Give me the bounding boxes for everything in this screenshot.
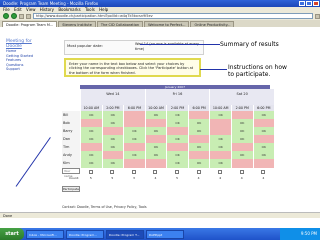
availability-checkbox-cell (166, 168, 188, 176)
sidebar: Meeting for Doodle Home Getting Started … (6, 39, 40, 72)
availability-checkbox-cell (145, 168, 167, 176)
footer-links[interactable]: Contact: Doodle, Terms of Use, Privacy P… (62, 205, 147, 209)
start-button[interactable]: start (0, 228, 24, 240)
maximize-button[interactable] (306, 1, 312, 6)
day-header: Fri 16 (144, 89, 210, 105)
your-name-input[interactable]: Your name (62, 168, 80, 178)
count-row: Count: 5 5 3 4 5 4 4 4 4 (62, 176, 274, 181)
instructions-box: Enter your name in the text box below an… (64, 58, 201, 77)
back-button[interactable] (3, 13, 9, 19)
participant-input-row: Your name (62, 168, 275, 178)
availability-checkbox[interactable] (218, 170, 223, 174)
window-buttons (299, 1, 319, 6)
availability-checkbox-cell (123, 168, 145, 176)
grid-day-headers: Wed 14 Fri 16 Sat 20 (80, 89, 275, 105)
reload-icon[interactable] (19, 13, 24, 19)
window-title: Doodle: Program Team Meeting - Mozilla F… (3, 1, 99, 6)
availability-checkbox[interactable] (153, 170, 158, 174)
count-label: Count: (69, 176, 79, 180)
count-cell: 4 (154, 176, 157, 180)
summary-annotation: Summary of results (220, 41, 279, 48)
forward-button[interactable] (11, 13, 17, 19)
instructions-annotation: Instructions on how to participate. (228, 64, 287, 78)
availability-checkbox[interactable] (175, 170, 180, 174)
availability-checkbox-cell (209, 168, 231, 176)
availability-checkbox-cell (253, 168, 275, 176)
tab-bar: Doodle: Program Team M... Stevens Instit… (0, 20, 320, 27)
summary-arrow (140, 44, 220, 45)
availability-checkbox[interactable] (110, 170, 115, 174)
navigation-toolbar: http://www.doodle.ch/participation.html?… (0, 12, 320, 20)
taskbar: start Inbox - Microsoft... Doodle: Progr… (0, 228, 320, 240)
count-cell: 4 (197, 176, 200, 180)
count-cell: 5 (89, 176, 92, 180)
minimize-button[interactable] (299, 1, 305, 6)
availability-checkbox[interactable] (239, 170, 244, 174)
availability-checkbox[interactable] (131, 170, 136, 174)
availability-checkbox-cell (231, 168, 253, 176)
sidebar-title[interactable]: Meeting for Doodle (6, 39, 40, 49)
close-button[interactable] (313, 1, 319, 6)
day-header: Wed 14 (80, 89, 145, 105)
count-cell: 5 (111, 176, 114, 180)
instructions-arrow (200, 69, 227, 70)
count-cell: 4 (240, 176, 243, 180)
address-bar[interactable]: http://www.doodle.ch/participation.html?… (33, 13, 313, 19)
availability-checkbox-cell (102, 168, 124, 176)
taskbar-item[interactable]: Inbox - Microsoft... (26, 229, 64, 239)
availability-checkbox[interactable] (88, 170, 93, 174)
window-title-bar: Doodle: Program Team Meeting - Mozilla F… (0, 0, 320, 7)
system-tray-clock: 9:50 PM (280, 228, 320, 240)
day-header: Sat 20 (209, 89, 275, 105)
availability-checkbox-cell (80, 168, 102, 176)
taskbar-item[interactable]: Doodle: Program... (66, 229, 104, 239)
count-cell: 4 (219, 176, 222, 180)
availability-checkbox-cell (188, 168, 210, 176)
desktop-gap (0, 218, 320, 228)
count-cell: 4 (262, 176, 265, 180)
poll-grid: Wed 14 Fri 16 Sat 20 10:00 AM 2:00 PM 6:00… (62, 89, 275, 184)
taskbar-item[interactable]: DoPP.ppt (146, 229, 184, 239)
availability-checkbox[interactable] (196, 170, 201, 174)
search-icon[interactable] (315, 13, 320, 19)
count-cell: 3 (132, 176, 135, 180)
taskbar-item[interactable]: Doodle: Program T... (106, 229, 144, 239)
participate-button[interactable]: Participate (62, 186, 80, 192)
poll-summary-box: Most popular date: Wed 14 (no one is ava… (64, 40, 204, 55)
count-cell: 5 (176, 176, 178, 180)
availability-checkbox[interactable] (261, 170, 266, 174)
sidebar-item-support[interactable]: Support (6, 67, 40, 72)
home-icon[interactable] (26, 13, 31, 19)
most-popular-label: Most popular date: (67, 43, 103, 48)
